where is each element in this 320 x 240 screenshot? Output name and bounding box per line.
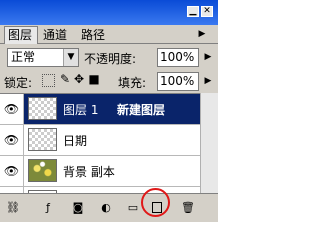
link-icon[interactable]: ⛓ [5, 201, 21, 215]
fill-field[interactable]: 100% [157, 72, 199, 91]
layer-row-layer1[interactable]: 👁 图层 1 新建图层 [0, 94, 200, 125]
lock-transparency-icon[interactable] [42, 74, 55, 87]
minimize-icon[interactable]: ▁ [187, 6, 199, 17]
lock-position-icon[interactable]: ✥ [72, 72, 86, 87]
layer-row-background-copy[interactable]: 👁 背景 副本 [0, 156, 200, 187]
adjustment-layer-icon[interactable]: ◐ [98, 201, 114, 215]
eye-icon[interactable]: 👁 [0, 94, 24, 124]
layer-mask-icon[interactable]: ◙ [70, 201, 86, 215]
annotation-text: 新建图层 [117, 103, 166, 117]
fill-arrow-icon[interactable]: ▶ [202, 75, 214, 87]
opacity-field[interactable]: 100% [157, 48, 199, 67]
panel-menu-icon[interactable]: ▶ [194, 29, 210, 40]
eye-icon[interactable]: 👁 [0, 125, 24, 155]
layer-name: 图层 1 [63, 103, 99, 117]
blend-mode-value: 正常 [11, 50, 36, 64]
opacity-arrow-icon[interactable]: ▶ [202, 51, 214, 63]
layer-thumbnail [28, 97, 57, 120]
layers-list: 👁 图层 1 新建图层 👁 日期 👁 背景 副本 👁 背景 [0, 93, 200, 218]
layers-panel: ▁ ✕ 图层 通道 路径 ▶ 正常 ▼ 不透明度: 100% ▶ 锁定: ✎ ✥… [0, 0, 218, 222]
eye-icon[interactable]: 👁 [0, 156, 24, 186]
layer-style-icon[interactable]: ƒ [40, 201, 56, 215]
layer-row-date[interactable]: 👁 日期 [0, 125, 200, 156]
layer-name: 背景 副本 [63, 165, 115, 179]
trash-icon[interactable]: 🗑 [180, 201, 196, 215]
highlight-circle [141, 188, 170, 217]
fill-label: 填充: [118, 76, 147, 90]
chevron-down-icon[interactable]: ▼ [63, 49, 78, 66]
tab-layers[interactable]: 图层 [4, 26, 38, 44]
opacity-label: 不透明度: [84, 52, 137, 66]
lock-label: 锁定: [4, 76, 33, 90]
panel-title-bar[interactable]: ▁ ✕ [0, 0, 218, 25]
layer-name: 日期 [63, 134, 88, 148]
panel-tabs: 图层 通道 路径 ▶ [0, 25, 218, 44]
layer-thumbnail [28, 159, 57, 182]
lock-all-icon[interactable]: ■ [87, 72, 101, 87]
blend-mode-select[interactable]: 正常 ▼ [7, 48, 79, 67]
layers-scrollbar[interactable] [200, 93, 218, 193]
layers-toolbar: ⛓ ƒ ◙ ◐ ▭ 🗑 [0, 193, 218, 222]
tab-channels[interactable]: 通道 [40, 27, 74, 43]
folder-icon[interactable]: ▭ [125, 201, 141, 215]
tab-paths[interactable]: 路径 [78, 27, 118, 43]
close-icon[interactable]: ✕ [201, 6, 213, 17]
lock-pixels-icon[interactable]: ✎ [58, 72, 72, 87]
layer-thumbnail [28, 128, 57, 151]
